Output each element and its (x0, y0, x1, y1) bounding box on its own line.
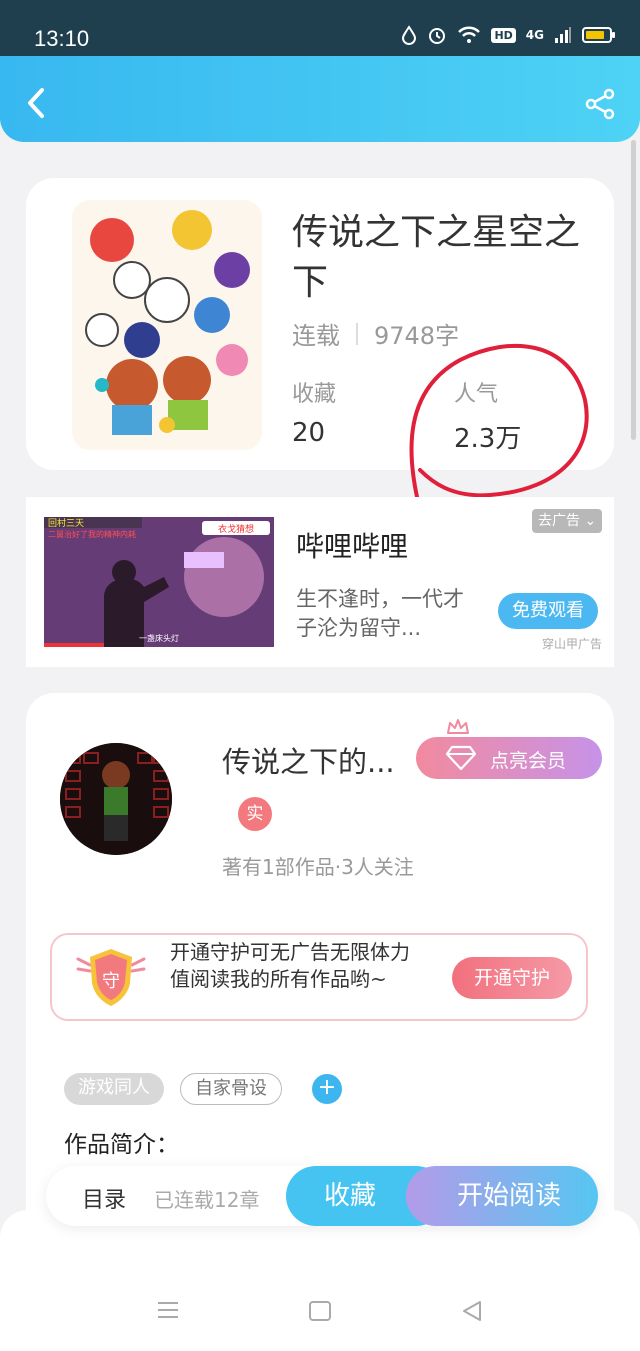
ad-title: 哔哩哔哩 (296, 530, 409, 563)
guard-promo-box[interactable]: 守 开通守护可无广告无限体力值阅读我的所有作品哟~ 开通守护 (50, 933, 588, 1021)
wifi-icon (458, 26, 481, 43)
author-name[interactable]: 传说之下的... (222, 739, 395, 781)
verified-badge: 实 (238, 797, 272, 831)
intro-heading: 作品简介： (64, 1132, 179, 1158)
add-tag-button[interactable]: + (312, 1074, 342, 1104)
ad-description: 生不逢时，一代才子沦为留守... (296, 587, 464, 640)
author-meta: 著有1部作品·3人关注 (222, 855, 414, 879)
remove-ad-label: 去广告 (538, 513, 580, 529)
ad-thumbnail-image: 回村三天 二舅治好了我的精神内耗 衣戈猜想 一盏床头灯 (44, 517, 274, 647)
favorites-label: 收藏 (292, 382, 337, 407)
ad-card[interactable]: 回村三天 二舅治好了我的精神内耗 衣戈猜想 一盏床头灯 哔哩哔哩 生不逢时，一代… (26, 497, 614, 667)
book-cover[interactable] (72, 200, 262, 450)
ad-thumb-badge: 衣戈猜想 (218, 523, 254, 535)
ad-source: 穿山甲广告 (542, 637, 603, 651)
divider (356, 322, 358, 345)
crown-icon (447, 719, 469, 734)
ad-thumbnail[interactable]: 回村三天 二舅治好了我的精神内耗 衣戈猜想 一盏床头灯 (44, 517, 274, 647)
dnd-icon (402, 25, 417, 45)
tag-custom-setting[interactable]: 自家骨设 (180, 1073, 282, 1105)
ad-thumb-subtitle: 一盏床头灯 (139, 633, 179, 643)
start-reading-button[interactable]: 开始阅读 (406, 1166, 598, 1226)
vip-member-label: 点亮会员 (490, 750, 567, 772)
alarm-icon (429, 28, 446, 44)
free-watch-button[interactable]: 免费观看 (498, 593, 598, 629)
reader-action-bar: 目录 已连载12章 收藏 开始阅读 (46, 1166, 598, 1226)
catalog-button[interactable]: 目录 (82, 1182, 126, 1214)
shield-icon: 守 (76, 949, 146, 1006)
book-title: 传说之下之星空之下 (292, 212, 581, 303)
remove-ad-button[interactable]: 去广告 ⌄ (532, 509, 603, 533)
avatar[interactable] (60, 743, 172, 855)
back-button[interactable] (22, 86, 50, 120)
guard-icon-label: 守 (102, 971, 120, 992)
serial-status: 连载 (292, 322, 340, 350)
clock: 13:10 (34, 26, 90, 51)
menu-icon[interactable] (156, 1300, 180, 1320)
tag-list: 游戏同人 自家骨设 + (64, 1073, 342, 1105)
chapter-count: 已连载12章 (154, 1188, 260, 1212)
signal-icon (555, 27, 571, 43)
ad-thumb-caption-2: 二舅治好了我的精神内耗 (48, 529, 136, 539)
red-circle-annotation (409, 343, 589, 512)
guard-promo-text: 开通守护可无广告无限体力值阅读我的所有作品哟~ (170, 940, 410, 991)
cover-illustration (72, 200, 262, 450)
header-bar (0, 56, 640, 142)
share-button[interactable] (584, 88, 616, 120)
diamond-icon (446, 745, 476, 771)
chevron-down-icon: ⌄ (584, 513, 597, 529)
network-type: 4G (525, 28, 544, 42)
status-icons: HD 4G (401, 25, 615, 45)
hd-icon: HD (491, 27, 516, 43)
system-nav-bar (0, 1210, 640, 1351)
scrollbar[interactable] (631, 140, 636, 440)
avatar-image (60, 743, 172, 855)
favorites-count: 20 (292, 418, 326, 448)
vip-member-button[interactable]: 点亮会员 (416, 737, 602, 779)
home-icon[interactable] (308, 1300, 332, 1322)
battery-icon (582, 27, 615, 43)
tag-game-fanfic[interactable]: 游戏同人 (64, 1073, 164, 1105)
status-bar: 13:10 HD 4G (0, 0, 640, 60)
ad-thumb-caption-1: 回村三天 (48, 517, 84, 529)
open-guard-button[interactable]: 开通守护 (452, 957, 572, 999)
back-triangle-icon[interactable] (460, 1300, 484, 1322)
